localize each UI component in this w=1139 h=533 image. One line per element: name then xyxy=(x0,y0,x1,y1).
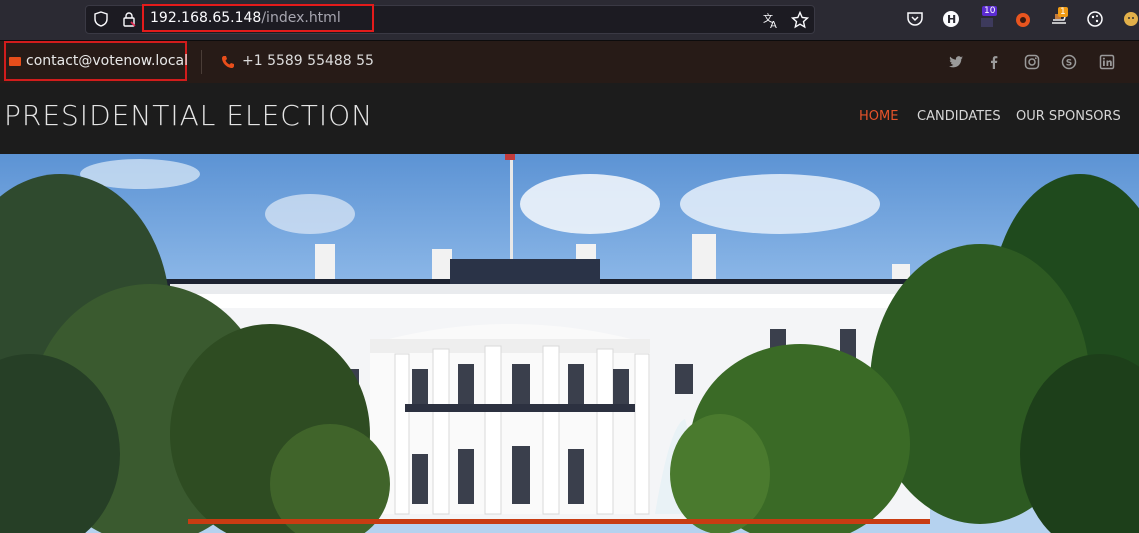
svg-text:S: S xyxy=(1066,59,1072,69)
extension-count-badge: 10 xyxy=(982,6,998,16)
extension-face-icon[interactable] xyxy=(1122,10,1139,28)
hero-accent-bar xyxy=(188,519,930,524)
extension-fox-icon[interactable] xyxy=(1014,10,1032,28)
site-logo[interactable]: PRESIDENTIAL ELECTION xyxy=(4,99,373,132)
nav-our-sponsors[interactable]: OUR SPONSORS xyxy=(1016,109,1121,124)
extension-cookie-icon[interactable] xyxy=(1086,10,1104,28)
pocket-icon[interactable] xyxy=(906,10,924,28)
svg-text:H: H xyxy=(947,13,956,26)
svg-text:A: A xyxy=(770,20,777,29)
instagram-icon[interactable] xyxy=(1024,54,1040,70)
url-host: 192.168.65.148 xyxy=(150,10,262,26)
hero-image xyxy=(0,154,1139,533)
url-text[interactable]: 192.168.65.148/index.html xyxy=(142,4,374,32)
url-path: /index.html xyxy=(261,10,341,26)
extension-h-icon[interactable]: H xyxy=(942,10,960,28)
shield-icon[interactable] xyxy=(93,11,109,27)
topbar-divider xyxy=(201,50,202,74)
white-house-illustration xyxy=(0,154,1139,533)
contact-email[interactable]: contact@votenow.local xyxy=(26,53,188,69)
contact-phone: +1 5589 55488 55 xyxy=(242,53,374,69)
translate-icon[interactable]: 文A xyxy=(762,11,780,29)
nav-home[interactable]: HOME xyxy=(859,109,898,124)
extension-sled-badge: 1 xyxy=(1058,7,1068,17)
facebook-icon[interactable] xyxy=(986,54,1002,70)
phone-icon xyxy=(222,56,234,68)
nav-candidates[interactable]: CANDIDATES xyxy=(917,109,1001,124)
linkedin-icon[interactable] xyxy=(1099,54,1115,70)
twitter-icon[interactable] xyxy=(948,54,964,70)
star-icon[interactable] xyxy=(791,11,809,29)
lock-icon[interactable] xyxy=(121,11,137,27)
skype-icon[interactable]: S xyxy=(1061,54,1077,70)
